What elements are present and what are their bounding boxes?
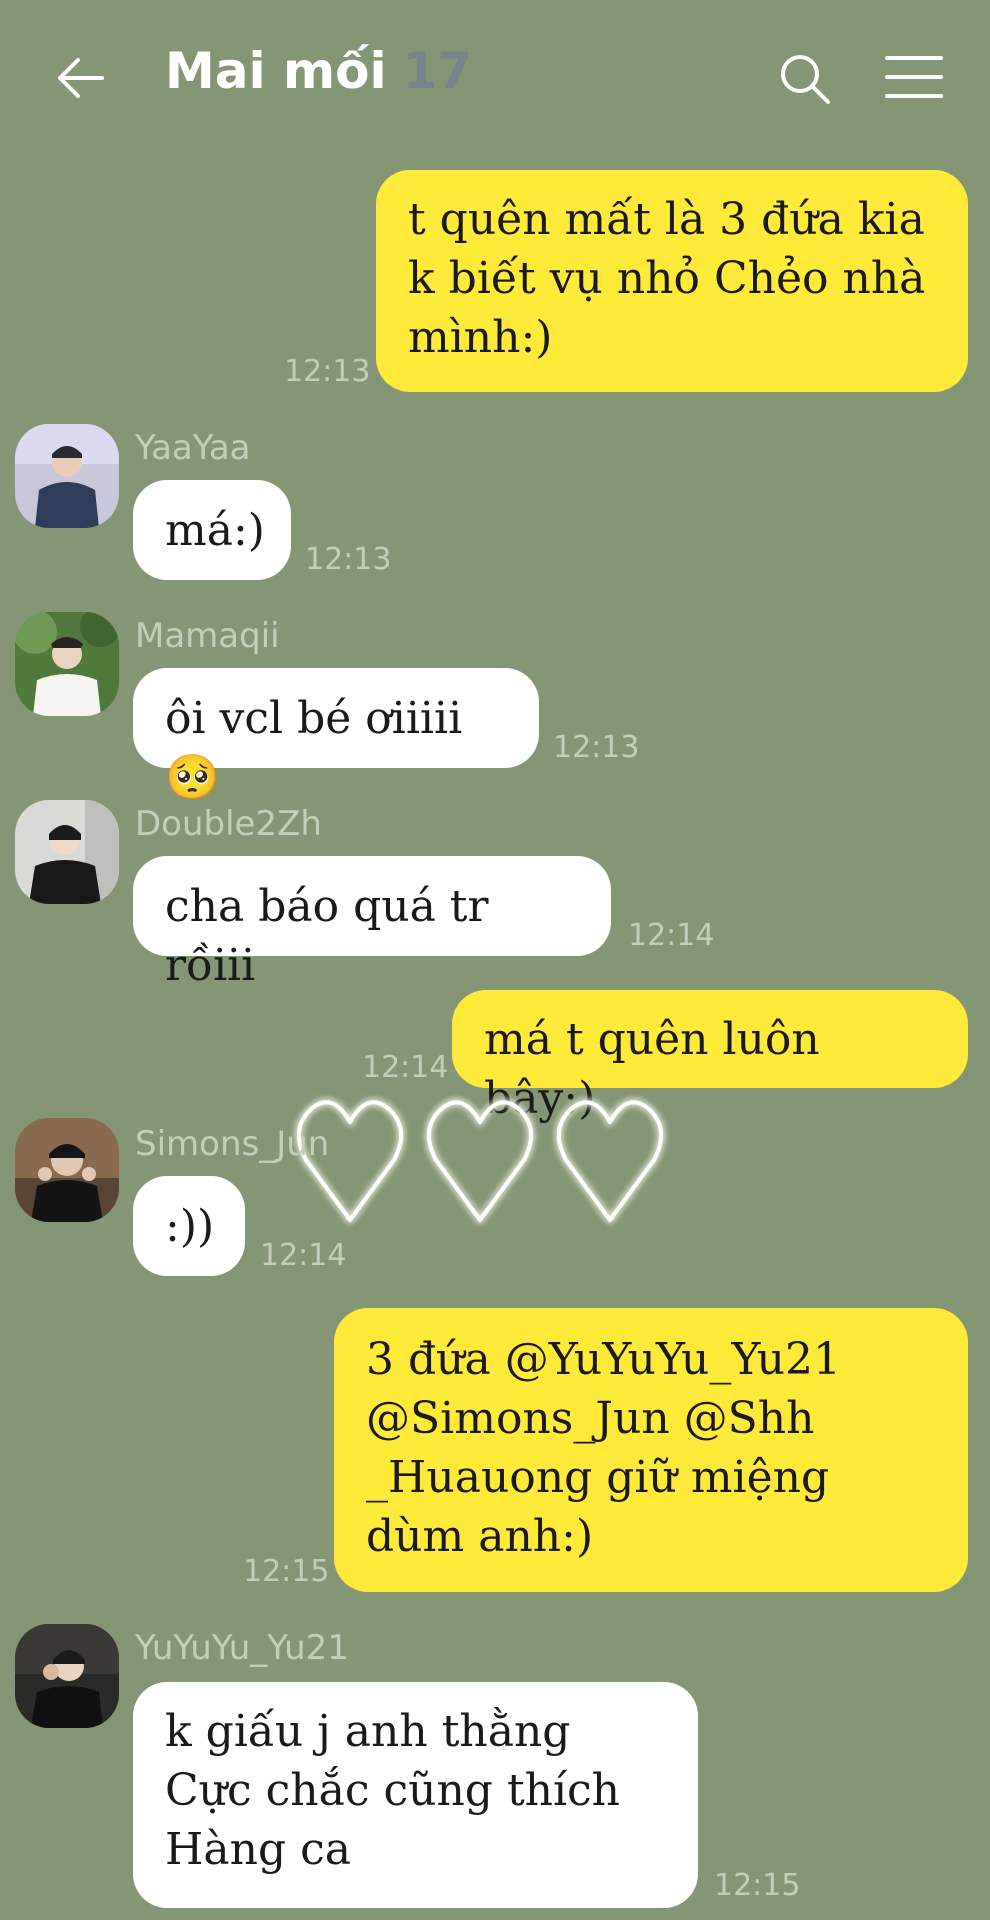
sender-name: YaaYaa bbox=[135, 428, 251, 468]
message-time: 12:13 bbox=[305, 542, 392, 577]
message-time: 12:14 bbox=[260, 1238, 347, 1273]
sender-name: Mamaqii bbox=[135, 616, 280, 656]
message-text: 3 đứa @YuYuYu_Yu21 @Simons_Jun @Shh _Hua… bbox=[366, 1334, 841, 1562]
message-time: 12:14 bbox=[628, 918, 715, 953]
avatar[interactable] bbox=[15, 1624, 119, 1728]
message-bubble[interactable]: ôi vcl bé ơiiiii🥺 bbox=[133, 668, 539, 803]
sender-name: Simons_Jun bbox=[135, 1124, 330, 1164]
hamburger-menu-icon[interactable] bbox=[885, 52, 943, 102]
sender-name: Double2Zh bbox=[135, 804, 322, 844]
message-time: 12:15 bbox=[714, 1868, 801, 1903]
avatar[interactable] bbox=[15, 612, 119, 716]
sender-name: YuYuYu_Yu21 bbox=[135, 1628, 349, 1668]
message-bubble[interactable]: cha báo quá tr rồiii bbox=[133, 856, 611, 991]
search-icon[interactable] bbox=[778, 52, 832, 106]
message-bubble[interactable]: :)) bbox=[133, 1176, 245, 1276]
avatar[interactable] bbox=[15, 424, 119, 528]
message-bubble[interactable]: k giấu j anh thằng Cực chắc cũng thích H… bbox=[133, 1682, 698, 1908]
chat-title: Mai mối 17 bbox=[165, 42, 472, 122]
message-time: 12:13 bbox=[284, 354, 371, 389]
message-text: má:) bbox=[165, 505, 265, 556]
my-message-bubble[interactable]: t quên mất là 3 đứa kia k biết vụ nhỏ Ch… bbox=[376, 170, 968, 392]
avatar[interactable] bbox=[15, 800, 119, 904]
back-arrow-icon[interactable] bbox=[52, 50, 108, 106]
message-time: 12:13 bbox=[553, 730, 640, 765]
message-text: ôi vcl bé ơiiiii🥺 bbox=[165, 693, 463, 803]
chat-header: Mai mối 17 bbox=[0, 0, 990, 160]
message-text: t quên mất là 3 đứa kia k biết vụ nhỏ Ch… bbox=[408, 194, 926, 363]
message-text: k giấu j anh thằng Cực chắc cũng thích H… bbox=[165, 1706, 621, 1875]
message-time: 12:15 bbox=[243, 1554, 330, 1589]
message-text: cha báo quá tr rồiii bbox=[165, 881, 489, 991]
message-bubble[interactable]: má:) bbox=[133, 480, 291, 580]
message-text: :)) bbox=[165, 1201, 215, 1252]
hearts-decoration bbox=[295, 1098, 665, 1224]
avatar[interactable] bbox=[15, 1118, 119, 1222]
group-name: Mai mối bbox=[165, 42, 387, 100]
member-count: 17 bbox=[402, 42, 473, 100]
my-message-bubble[interactable]: 3 đứa @YuYuYu_Yu21 @Simons_Jun @Shh _Hua… bbox=[334, 1308, 968, 1592]
